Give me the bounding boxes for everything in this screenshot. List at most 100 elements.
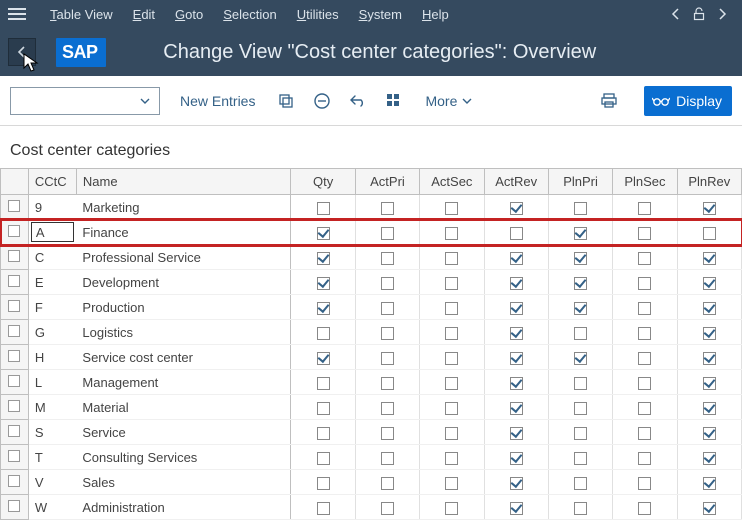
plnrev-checkbox[interactable] bbox=[677, 495, 741, 520]
actpri-checkbox[interactable] bbox=[355, 220, 419, 245]
actrev-checkbox[interactable] bbox=[484, 470, 548, 495]
menu-goto[interactable]: Goto bbox=[165, 3, 213, 26]
menu-selection[interactable]: Selection bbox=[213, 3, 286, 26]
plnsec-checkbox[interactable] bbox=[613, 245, 677, 270]
plnpri-checkbox[interactable] bbox=[548, 495, 612, 520]
row-selector[interactable] bbox=[1, 345, 29, 370]
copy-as-icon[interactable] bbox=[275, 90, 297, 112]
chevron-right-icon[interactable] bbox=[716, 8, 728, 20]
row-selector[interactable] bbox=[1, 195, 29, 220]
plnpri-checkbox[interactable] bbox=[548, 245, 612, 270]
qty-checkbox[interactable] bbox=[291, 270, 355, 295]
qty-checkbox[interactable] bbox=[291, 320, 355, 345]
actpri-checkbox[interactable] bbox=[355, 295, 419, 320]
print-icon[interactable] bbox=[598, 90, 620, 112]
name-cell[interactable]: Consulting Services bbox=[76, 445, 291, 470]
row-selector[interactable] bbox=[1, 395, 29, 420]
actpri-checkbox[interactable] bbox=[355, 445, 419, 470]
plnpri-checkbox[interactable] bbox=[548, 320, 612, 345]
row-selector[interactable] bbox=[1, 420, 29, 445]
col-qty[interactable]: Qty bbox=[291, 169, 355, 195]
plnpri-checkbox[interactable] bbox=[548, 345, 612, 370]
plnpri-checkbox[interactable] bbox=[548, 220, 612, 245]
actsec-checkbox[interactable] bbox=[420, 195, 484, 220]
actpri-checkbox[interactable] bbox=[355, 195, 419, 220]
menu-table-view[interactable]: Table View bbox=[40, 3, 123, 26]
col-plnrev[interactable]: PlnRev bbox=[677, 169, 741, 195]
back-button[interactable] bbox=[8, 38, 36, 66]
plnsec-checkbox[interactable] bbox=[613, 320, 677, 345]
qty-checkbox[interactable] bbox=[291, 295, 355, 320]
undo-icon[interactable] bbox=[347, 90, 369, 112]
plnpri-checkbox[interactable] bbox=[548, 370, 612, 395]
plnsec-checkbox[interactable] bbox=[613, 470, 677, 495]
plnpri-checkbox[interactable] bbox=[548, 295, 612, 320]
name-cell[interactable]: Sales bbox=[76, 470, 291, 495]
actrev-checkbox[interactable] bbox=[484, 395, 548, 420]
cctc-cell[interactable]: L bbox=[28, 370, 76, 395]
qty-checkbox[interactable] bbox=[291, 195, 355, 220]
actrev-checkbox[interactable] bbox=[484, 495, 548, 520]
name-cell[interactable]: Production bbox=[76, 295, 291, 320]
menu-edit[interactable]: Edit bbox=[123, 3, 165, 26]
cctc-cell[interactable]: C bbox=[28, 245, 76, 270]
qty-checkbox[interactable] bbox=[291, 445, 355, 470]
plnrev-checkbox[interactable] bbox=[677, 220, 741, 245]
actpri-checkbox[interactable] bbox=[355, 470, 419, 495]
actsec-checkbox[interactable] bbox=[420, 345, 484, 370]
actsec-checkbox[interactable] bbox=[420, 420, 484, 445]
row-selector[interactable] bbox=[1, 270, 29, 295]
plnpri-checkbox[interactable] bbox=[548, 470, 612, 495]
plnrev-checkbox[interactable] bbox=[677, 345, 741, 370]
actrev-checkbox[interactable] bbox=[484, 320, 548, 345]
col-plnpri[interactable]: PlnPri bbox=[548, 169, 612, 195]
plnsec-checkbox[interactable] bbox=[613, 345, 677, 370]
plnpri-checkbox[interactable] bbox=[548, 445, 612, 470]
col-name[interactable]: Name bbox=[76, 169, 291, 195]
plnpri-checkbox[interactable] bbox=[548, 195, 612, 220]
actpri-checkbox[interactable] bbox=[355, 245, 419, 270]
cctc-cell[interactable]: T bbox=[28, 445, 76, 470]
actpri-checkbox[interactable] bbox=[355, 495, 419, 520]
plnpri-checkbox[interactable] bbox=[548, 270, 612, 295]
chevron-left-icon[interactable] bbox=[670, 8, 682, 20]
actsec-checkbox[interactable] bbox=[420, 270, 484, 295]
plnrev-checkbox[interactable] bbox=[677, 195, 741, 220]
qty-checkbox[interactable] bbox=[291, 395, 355, 420]
name-cell[interactable]: Service bbox=[76, 420, 291, 445]
actrev-checkbox[interactable] bbox=[484, 445, 548, 470]
actpri-checkbox[interactable] bbox=[355, 420, 419, 445]
actrev-checkbox[interactable] bbox=[484, 295, 548, 320]
cctc-cell[interactable]: G bbox=[28, 320, 76, 345]
name-cell[interactable]: Development bbox=[76, 270, 291, 295]
plnrev-checkbox[interactable] bbox=[677, 420, 741, 445]
col-select[interactable] bbox=[1, 169, 29, 195]
delete-icon[interactable] bbox=[311, 90, 333, 112]
cctc-cell[interactable]: M bbox=[28, 395, 76, 420]
row-selector[interactable] bbox=[1, 295, 29, 320]
actrev-checkbox[interactable] bbox=[484, 370, 548, 395]
plnrev-checkbox[interactable] bbox=[677, 470, 741, 495]
actsec-checkbox[interactable] bbox=[420, 220, 484, 245]
select-block-icon[interactable] bbox=[383, 90, 405, 112]
menu-system[interactable]: System bbox=[349, 3, 412, 26]
row-selector[interactable] bbox=[1, 470, 29, 495]
name-cell[interactable]: Management bbox=[76, 370, 291, 395]
actrev-checkbox[interactable] bbox=[484, 270, 548, 295]
row-selector[interactable] bbox=[1, 320, 29, 345]
plnrev-checkbox[interactable] bbox=[677, 395, 741, 420]
cctc-cell[interactable]: 9 bbox=[28, 195, 76, 220]
col-actrev[interactable]: ActRev bbox=[484, 169, 548, 195]
qty-checkbox[interactable] bbox=[291, 220, 355, 245]
cctc-cell[interactable]: E bbox=[28, 270, 76, 295]
plnrev-checkbox[interactable] bbox=[677, 320, 741, 345]
row-selector[interactable] bbox=[1, 245, 29, 270]
row-selector[interactable] bbox=[1, 495, 29, 520]
qty-checkbox[interactable] bbox=[291, 370, 355, 395]
plnsec-checkbox[interactable] bbox=[613, 220, 677, 245]
plnsec-checkbox[interactable] bbox=[613, 195, 677, 220]
actsec-checkbox[interactable] bbox=[420, 470, 484, 495]
menu-utilities[interactable]: Utilities bbox=[287, 3, 349, 26]
plnsec-checkbox[interactable] bbox=[613, 420, 677, 445]
cctc-cell[interactable]: W bbox=[28, 495, 76, 520]
